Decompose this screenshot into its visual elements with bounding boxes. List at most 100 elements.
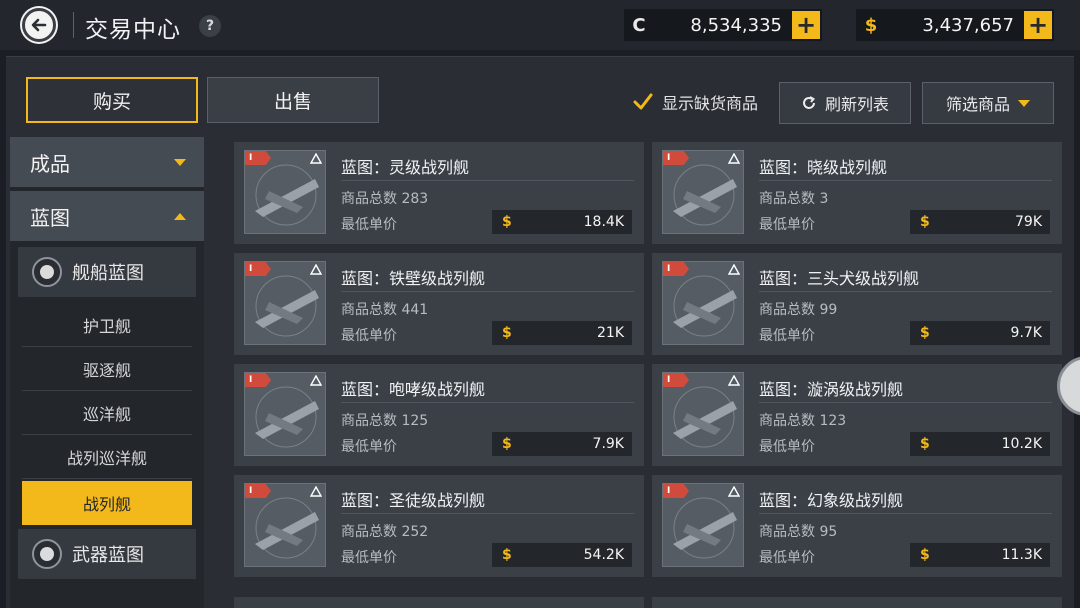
item-card-3[interactable]: I 蓝图：铁壁级战列舰 商品总数 441 最低单价 $ 21K [234, 253, 644, 355]
item-count: 商品总数 125 [341, 413, 429, 429]
rank-triangle-icon [310, 375, 322, 386]
divider [341, 180, 634, 181]
item-price: 79K [1015, 214, 1042, 230]
add-credit-button[interactable]: + [792, 11, 820, 39]
category-sidebar: 成品 蓝图 舰船蓝图 护卫舰 驱逐舰 巡洋舰 战列巡洋舰 战列舰 武器蓝图 [10, 137, 204, 608]
title-divider [73, 12, 74, 38]
rank-triangle-icon [728, 375, 740, 386]
min-price-label: 最低单价 [759, 217, 815, 233]
category-blueprint[interactable]: 蓝图 [10, 191, 204, 241]
divider [341, 291, 634, 292]
item-price: 18.4K [583, 214, 624, 230]
dollar-icon: $ [502, 325, 512, 341]
tier-badge: I [663, 373, 689, 387]
tier-badge: I [245, 262, 271, 276]
page-title: 交易中心 [85, 17, 181, 43]
tab-sell[interactable]: 出售 [207, 77, 379, 123]
help-icon[interactable]: ? [199, 15, 221, 37]
category-finished-goods[interactable]: 成品 [10, 137, 204, 187]
item-name: 蓝图：晓级战列舰 [759, 158, 888, 177]
top-bar: 交易中心 ? C 8,534,335 + $ 3,437,657 + [0, 0, 1080, 50]
tab-buy[interactable]: 购买 [26, 77, 198, 123]
tier-badge: I [245, 484, 271, 498]
ship-thumbnail: I [244, 261, 326, 345]
min-price-label: 最低单价 [341, 328, 397, 344]
item-grid: I 蓝图：灵级战列舰 商品总数 283 最低单价 $ 18.4K I 蓝图：晓级… [226, 137, 1064, 608]
item-card-1[interactable]: I 蓝图：灵级战列舰 商品总数 283 最低单价 $ 18.4K [234, 142, 644, 244]
ship-type-destroyer[interactable]: 驱逐舰 [22, 347, 192, 391]
dollar-icon: $ [502, 436, 512, 452]
filter-label: 筛选商品 [945, 95, 1010, 114]
item-card-partial[interactable] [652, 597, 1062, 608]
back-button[interactable] [22, 8, 56, 42]
rank-triangle-icon [310, 486, 322, 497]
ship-thumbnail: I [662, 261, 744, 345]
min-price-label: 最低单价 [759, 439, 815, 455]
item-card-5[interactable]: I 蓝图：咆哮级战列舰 商品总数 125 最低单价 $ 7.9K [234, 364, 644, 466]
item-card-8[interactable]: I 蓝图：幻象级战列舰 商品总数 95 最低单价 $ 11.3K [652, 475, 1062, 577]
credit-amount: 8,534,335 [690, 14, 782, 36]
item-name: 蓝图：圣徒级战列舰 [341, 491, 486, 510]
item-price: 11.3K [1001, 547, 1042, 563]
ship-type-battlecruiser[interactable]: 战列巡洋舰 [22, 435, 192, 479]
item-count: 商品总数 3 [759, 191, 829, 207]
ship-type-battleship[interactable]: 战列舰 [22, 481, 192, 525]
ship-thumbnail: I [244, 372, 326, 456]
item-name: 蓝图：漩涡级战列舰 [759, 380, 904, 399]
credit-currency-icon: C [632, 14, 646, 36]
item-card-2[interactable]: I 蓝图：晓级战列舰 商品总数 3 最低单价 $ 79K [652, 142, 1062, 244]
item-name: 蓝图：灵级战列舰 [341, 158, 470, 177]
show-out-of-stock-toggle[interactable]: 显示缺货商品 [632, 90, 758, 114]
ship-thumbnail: I [244, 483, 326, 567]
tier-badge: I [245, 373, 271, 387]
ship-type-cruiser[interactable]: 巡洋舰 [22, 391, 192, 435]
currency-s-display: $ 3,437,657 + [856, 9, 1054, 41]
divider [759, 402, 1052, 403]
dollar-icon: $ [920, 547, 930, 563]
rank-triangle-icon [310, 153, 322, 164]
rank-triangle-icon [728, 153, 740, 164]
price-box: $ 9.7K [910, 321, 1050, 345]
ship-blueprint-icon [32, 257, 62, 287]
dollar-icon: $ [920, 436, 930, 452]
show-out-of-stock-label: 显示缺货商品 [662, 94, 759, 113]
item-price: 21K [597, 325, 624, 341]
price-box: $ 18.4K [492, 210, 632, 234]
checkbox-checked-icon[interactable] [632, 91, 654, 113]
item-price: 54.2K [583, 547, 624, 563]
currency-c-display: C 8,534,335 + [624, 9, 822, 41]
divider [759, 291, 1052, 292]
ship-type-frigate[interactable]: 护卫舰 [22, 303, 192, 347]
divider [759, 180, 1052, 181]
subcategory-label: 舰船蓝图 [72, 263, 144, 284]
item-card-6[interactable]: I 蓝图：漩涡级战列舰 商品总数 123 最低单价 $ 10.2K [652, 364, 1062, 466]
divider [341, 513, 634, 514]
item-count: 商品总数 99 [759, 302, 838, 318]
item-price: 10.2K [1001, 436, 1042, 452]
subcategory-ship-blueprint[interactable]: 舰船蓝图 [18, 247, 196, 297]
item-count: 商品总数 95 [759, 524, 838, 540]
item-count: 商品总数 252 [341, 524, 429, 540]
item-card-4[interactable]: I 蓝图：三头犬级战列舰 商品总数 99 最低单价 $ 9.7K [652, 253, 1062, 355]
min-price-label: 最低单价 [341, 217, 397, 233]
arrow-left-icon [31, 18, 47, 32]
add-dollar-button[interactable]: + [1024, 11, 1052, 39]
tier-badge: I [663, 262, 689, 276]
tier-badge: I [663, 151, 689, 165]
item-card-7[interactable]: I 蓝图：圣徒级战列舰 商品总数 252 最低单价 $ 54.2K [234, 475, 644, 577]
filter-items-button[interactable]: 筛选商品 [922, 82, 1054, 124]
dollar-icon: $ [502, 214, 512, 230]
min-price-label: 最低单价 [759, 328, 815, 344]
refresh-list-button[interactable]: 刷新列表 [779, 82, 911, 124]
subcategory-weapon-blueprint[interactable]: 武器蓝图 [18, 529, 196, 579]
price-box: $ 21K [492, 321, 632, 345]
item-price: 9.7K [1010, 325, 1042, 341]
rank-triangle-icon [728, 486, 740, 497]
dollar-icon: $ [920, 214, 930, 230]
item-card-partial[interactable] [234, 597, 644, 608]
ship-thumbnail: I [244, 150, 326, 234]
dollar-amount: 3,437,657 [922, 14, 1014, 36]
ship-thumbnail: I [662, 483, 744, 567]
price-box: $ 11.3K [910, 543, 1050, 567]
tier-badge: I [245, 151, 271, 165]
